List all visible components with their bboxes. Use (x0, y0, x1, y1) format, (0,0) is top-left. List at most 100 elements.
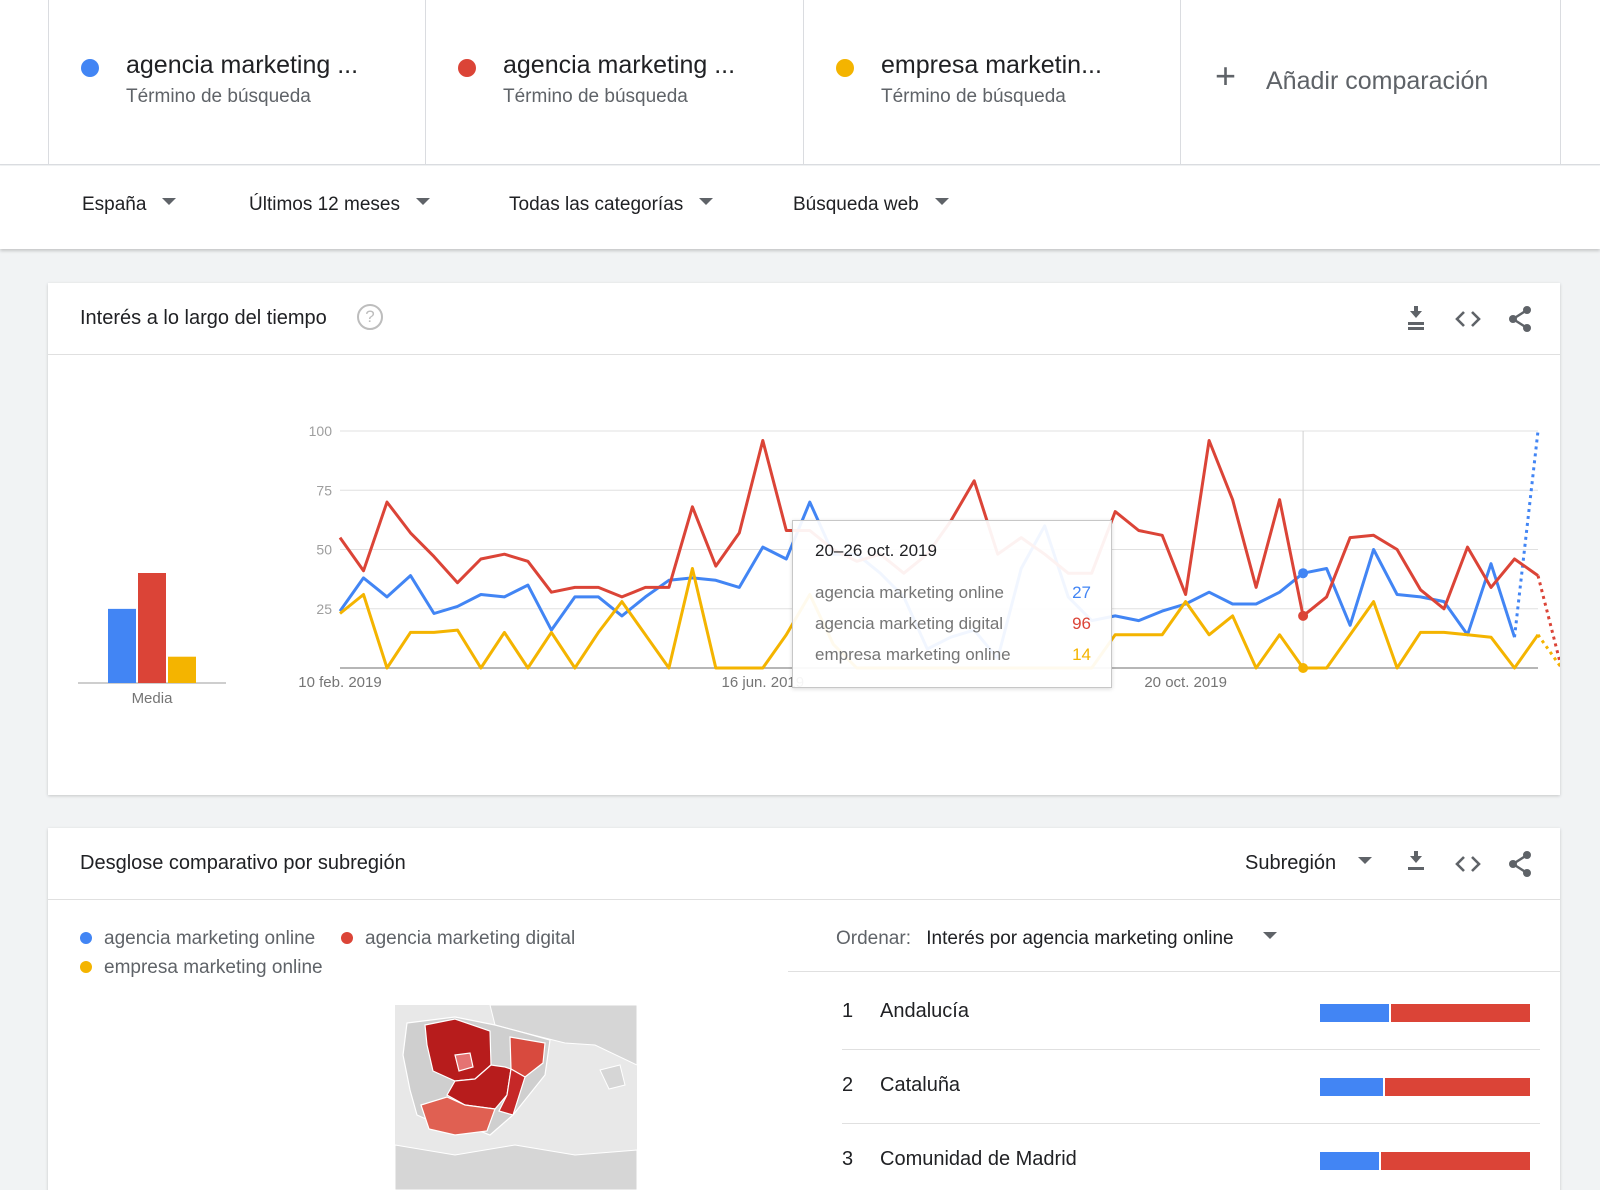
period-filter[interactable]: Últimos 12 meses (249, 194, 430, 216)
y-tick-label: 50 (316, 542, 332, 558)
search-term-card-2[interactable]: agencia marketing ... Término de búsqued… (425, 0, 802, 165)
x-tick-label: 10 feb. 2019 (298, 674, 381, 691)
average-bar-chart: Media (78, 573, 226, 707)
region-row[interactable]: 3 Comunidad de Madrid (812, 1124, 1540, 1190)
series-color-dot (458, 59, 476, 77)
map-region-castilla-leon (424, 1018, 492, 1082)
dropdown-arrow-icon (416, 198, 430, 206)
average-bar (138, 573, 166, 683)
y-tick-label: 75 (316, 482, 332, 498)
share-icon[interactable] (1504, 303, 1536, 335)
card-title: Desglose comparativo por subregión (80, 852, 406, 874)
interest-over-time-card: Interés a lo largo del tiempo ? Media 10… (48, 283, 1560, 795)
digital-share-segment (1391, 1004, 1530, 1022)
region-rank: 1 (842, 1000, 854, 1022)
period-filter-label: Últimos 12 meses (249, 194, 400, 215)
order-dropdown[interactable]: Ordenar: Interés por agencia marketing o… (836, 928, 1277, 950)
search-term-name[interactable]: empresa marketin... (881, 51, 1102, 80)
hover-point (1298, 568, 1309, 579)
download-icon[interactable] (1400, 303, 1432, 335)
download-icon[interactable] (1400, 848, 1432, 880)
add-comparison-label: Añadir comparación (1266, 67, 1489, 95)
scope-dropdown[interactable]: Subregión (1245, 852, 1373, 875)
region-filter-label: España (82, 194, 147, 215)
region-rank: 3 (842, 1148, 854, 1170)
region-row[interactable]: 2 Cataluña (812, 1050, 1540, 1124)
tooltip-series-label: empresa marketing online (815, 645, 1011, 664)
legend-dot (80, 961, 92, 973)
region-name: Cataluña (880, 1074, 961, 1096)
tooltip-series-value: 96 (1072, 614, 1091, 633)
dropdown-arrow-icon (699, 198, 714, 206)
digital-share-segment (1380, 1152, 1530, 1170)
category-filter[interactable]: Todas las categorías (509, 194, 714, 216)
digital-share-segment (1385, 1078, 1530, 1096)
help-icon[interactable]: ? (357, 304, 383, 330)
online-share-segment (1320, 1004, 1390, 1022)
search-term-type: Término de búsqueda (126, 86, 311, 107)
tooltip-series-label: agencia marketing digital (815, 614, 1004, 633)
online-share-segment (1320, 1078, 1383, 1096)
region-row[interactable]: 1 Andalucía (812, 976, 1540, 1050)
dropdown-arrow-icon (1262, 932, 1277, 940)
search-type-filter-label: Búsqueda web (793, 194, 919, 215)
series-color-dot (81, 59, 99, 77)
hover-point (1298, 610, 1309, 621)
legend-label: agencia marketing online (104, 928, 316, 949)
average-label: Media (132, 690, 174, 707)
average-bar (108, 608, 136, 683)
comparison-bar: agencia marketing ... Término de búsqued… (0, 0, 1600, 165)
y-tick-label: 100 (309, 423, 333, 439)
search-term-type: Término de búsqueda (881, 86, 1066, 107)
search-term-type: Término de búsqueda (503, 86, 688, 107)
tooltip-row: empresa marketing online 14 (815, 645, 1091, 665)
embed-code-icon[interactable] (1452, 303, 1484, 335)
online-share-segment (1320, 1152, 1379, 1170)
series-partial-line (1536, 575, 1560, 669)
card-header: Desglose comparativo por subregión Subre… (48, 828, 1560, 900)
dropdown-arrow-icon (1358, 857, 1373, 865)
chart-tooltip: 20–26 oct. 2019 agencia marketing online… (792, 520, 1112, 688)
tooltip-series-label: agencia marketing online (815, 583, 1005, 602)
region-rank: 2 (842, 1074, 854, 1096)
legend-label: empresa marketing online (104, 957, 323, 978)
search-term-card-1[interactable]: agencia marketing ... Término de búsqued… (48, 0, 425, 165)
spain-map[interactable] (395, 1005, 637, 1190)
series-color-dot (836, 59, 854, 77)
search-term-card-3[interactable]: empresa marketin... Término de búsqueda (803, 0, 1180, 165)
region-share-bar (1320, 1078, 1530, 1096)
share-icon[interactable] (1504, 848, 1536, 880)
legend-item: agencia marketing online (80, 928, 315, 950)
tooltip-date: 20–26 oct. 2019 (815, 541, 937, 560)
card-title: Interés a lo largo del tiempo (80, 307, 327, 329)
search-term-name[interactable]: agencia marketing ... (503, 51, 735, 80)
legend-dot (341, 932, 353, 944)
legend-item: agencia marketing digital (341, 928, 575, 950)
legend-label: agencia marketing digital (365, 928, 576, 949)
legend-item: empresa marketing online (80, 957, 323, 979)
search-term-name[interactable]: agencia marketing ... (126, 51, 358, 80)
tooltip-series-value: 27 (1072, 583, 1091, 602)
scope-dropdown-label: Subregión (1245, 852, 1337, 874)
tooltip-row: agencia marketing online 27 (815, 583, 1091, 603)
series-partial-line (1513, 430, 1540, 638)
tooltip-series-value: 14 (1072, 645, 1091, 664)
dropdown-arrow-icon (162, 198, 177, 206)
plus-icon: + (1215, 55, 1237, 96)
tooltip-row: agencia marketing digital 96 (815, 614, 1091, 634)
region-name: Andalucía (880, 1000, 969, 1022)
dropdown-arrow-icon (934, 198, 949, 206)
region-filter[interactable]: España (82, 194, 177, 216)
add-comparison-button[interactable]: + Añadir comparación (1180, 0, 1561, 165)
average-bar (168, 656, 196, 683)
region-share-bar (1320, 1004, 1530, 1022)
embed-code-icon[interactable] (1452, 848, 1484, 880)
search-type-filter[interactable]: Búsqueda web (793, 194, 949, 216)
order-label: Ordenar: (836, 928, 911, 949)
filter-bar: España Últimos 12 meses Todas las catego… (0, 166, 1600, 249)
category-filter-label: Todas las categorías (509, 194, 684, 215)
subregion-breakdown-card: Desglose comparativo por subregión Subre… (48, 828, 1560, 1190)
region-share-bar (1320, 1152, 1530, 1170)
hover-point (1298, 663, 1309, 673)
region-name: Comunidad de Madrid (880, 1148, 1077, 1170)
